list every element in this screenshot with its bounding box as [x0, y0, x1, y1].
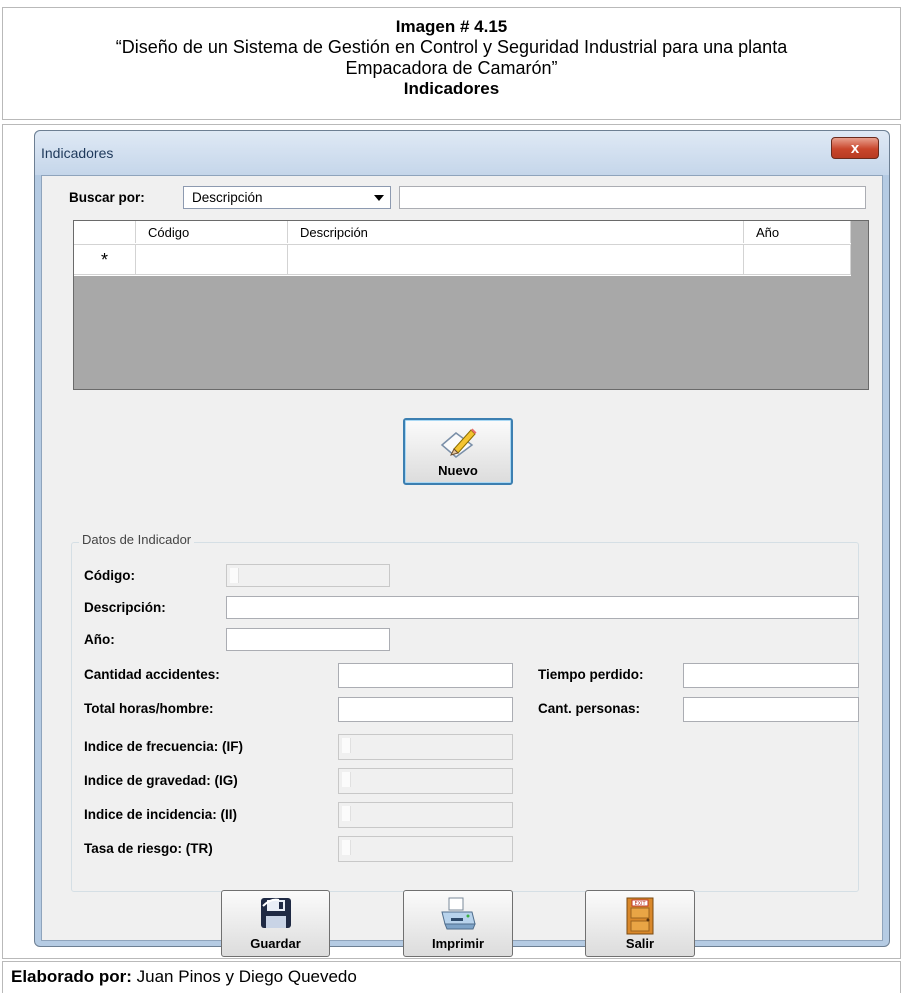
indice-incidencia-field[interactable] [338, 802, 513, 828]
search-by-label: Buscar por: [69, 190, 145, 205]
exit-button[interactable]: EXIT Salir [585, 890, 695, 957]
anio-label: Año: [84, 632, 115, 647]
indice-gravedad-label: Indice de gravedad: (IG) [84, 773, 238, 788]
column-header-descripcion[interactable]: Descripción [288, 221, 744, 243]
print-button-label: Imprimir [431, 936, 484, 951]
document-footer: Elaborado por: Juan Pinos y Diego Queved… [2, 961, 901, 993]
exit-button-label: Salir [625, 936, 655, 951]
column-header-codigo[interactable]: Código [136, 221, 288, 243]
footer-authors: Juan Pinos y Diego Quevedo [136, 967, 357, 986]
group-title: Datos de Indicador [79, 532, 195, 547]
document-title-line1: “Diseño de un Sistema de Gestión en Cont… [115, 37, 788, 57]
document-title-line2: Empacadora de Camarón” [345, 58, 558, 78]
new-row-marker-icon: * [74, 245, 136, 275]
descripcion-field[interactable] [226, 596, 859, 619]
exit-door-icon: EXIT [626, 897, 654, 935]
image-number: Imagen # 4.15 [395, 17, 508, 36]
footer-label: Elaborado por: [11, 967, 132, 986]
table-row-new[interactable]: * [74, 245, 851, 276]
search-input[interactable] [399, 186, 866, 209]
total-horas-field[interactable] [338, 697, 513, 722]
title-bar: Indicadores x [35, 131, 889, 175]
cell-descripcion[interactable] [288, 245, 744, 275]
total-horas-label: Total horas/hombre: [84, 701, 214, 716]
new-button[interactable]: Nuevo [403, 418, 513, 485]
svg-text:EXIT: EXIT [634, 901, 646, 907]
cell-codigo[interactable] [136, 245, 288, 275]
save-button-label: Guardar [250, 936, 301, 951]
pencil-edit-icon [440, 428, 477, 458]
cell-anio[interactable] [744, 245, 851, 275]
anio-field[interactable] [226, 628, 390, 651]
tasa-riesgo-field[interactable] [338, 836, 513, 862]
search-field-select[interactable]: Descripción [183, 186, 391, 209]
indice-frecuencia-label: Indice de frecuencia: (IF) [84, 739, 244, 754]
tiempo-perdido-field[interactable] [683, 663, 859, 688]
descripcion-label: Descripción: [84, 600, 166, 615]
search-field-value: Descripción [192, 190, 263, 205]
new-button-label: Nuevo [438, 463, 478, 478]
indice-incidencia-label: Indice de incidencia: (II) [84, 807, 238, 822]
tasa-riesgo-label: Tasa de riesgo: (TR) [84, 841, 213, 856]
indicators-grid[interactable]: Código Descripción Año * [73, 220, 869, 390]
window-title: Indicadores [41, 145, 114, 161]
cantidad-accidentes-field[interactable] [338, 663, 513, 688]
document-header: Imagen # 4.15 “Diseño de un Sistema de G… [2, 7, 901, 120]
cant-personas-field[interactable] [683, 697, 859, 722]
codigo-label: Código: [84, 568, 135, 583]
tiempo-perdido-label: Tiempo perdido: [538, 667, 644, 682]
grid-header: Código Descripción Año [74, 221, 851, 245]
floppy-disk-icon [260, 898, 291, 928]
save-button[interactable]: Guardar [221, 890, 330, 957]
indice-frecuencia-field[interactable] [338, 734, 513, 760]
chevron-down-icon [374, 195, 384, 201]
document-subtitle: Indicadores [403, 79, 500, 98]
cantidad-accidentes-label: Cantidad accidentes: [84, 667, 220, 682]
window-client-area: Buscar por: Descripción Código Descripci… [41, 175, 883, 957]
print-button[interactable]: Imprimir [403, 890, 513, 957]
cant-personas-label: Cant. personas: [538, 701, 641, 716]
indice-gravedad-field[interactable] [338, 768, 513, 794]
close-icon: x [850, 140, 860, 157]
indicadores-window: Indicadores x Buscar por: Descripción Có… [34, 130, 890, 957]
row-header-corner [74, 221, 136, 243]
printer-icon [441, 897, 476, 930]
column-header-anio[interactable]: Año [744, 221, 851, 243]
codigo-field[interactable] [226, 564, 390, 587]
close-button[interactable]: x [831, 137, 879, 159]
